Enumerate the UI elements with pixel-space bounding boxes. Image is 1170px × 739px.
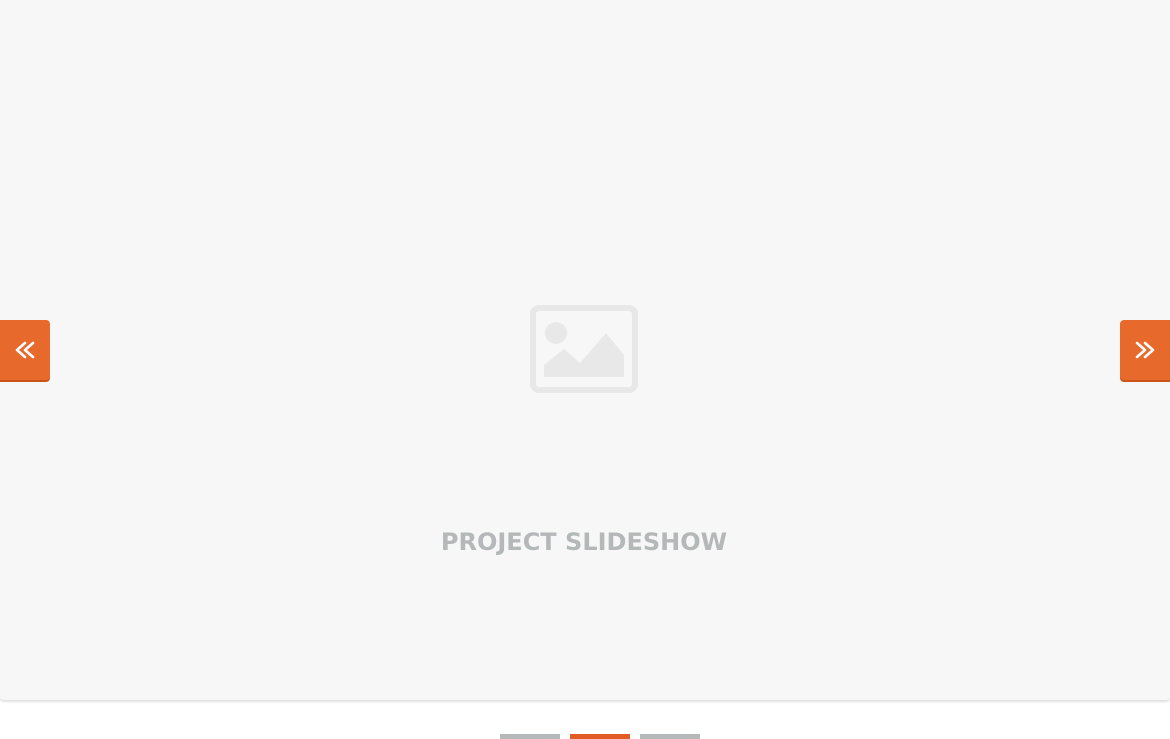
- slide-area: PROJECT SLIDESHOW: [0, 0, 1170, 700]
- double-chevron-right-icon: [1135, 341, 1155, 359]
- slide-indicators: [500, 734, 700, 739]
- slide-title: PROJECT SLIDESHOW: [440, 528, 728, 556]
- previous-slide-button[interactable]: [0, 320, 50, 380]
- image-placeholder-icon: [530, 305, 638, 393]
- next-slide-button[interactable]: [1120, 320, 1170, 380]
- slide-indicator-2[interactable]: [570, 734, 630, 739]
- slide-indicator-3[interactable]: [640, 734, 700, 739]
- slide-indicator-1[interactable]: [500, 734, 560, 739]
- double-chevron-left-icon: [15, 341, 35, 359]
- project-slideshow: PROJECT SLIDESHOW: [0, 0, 1170, 739]
